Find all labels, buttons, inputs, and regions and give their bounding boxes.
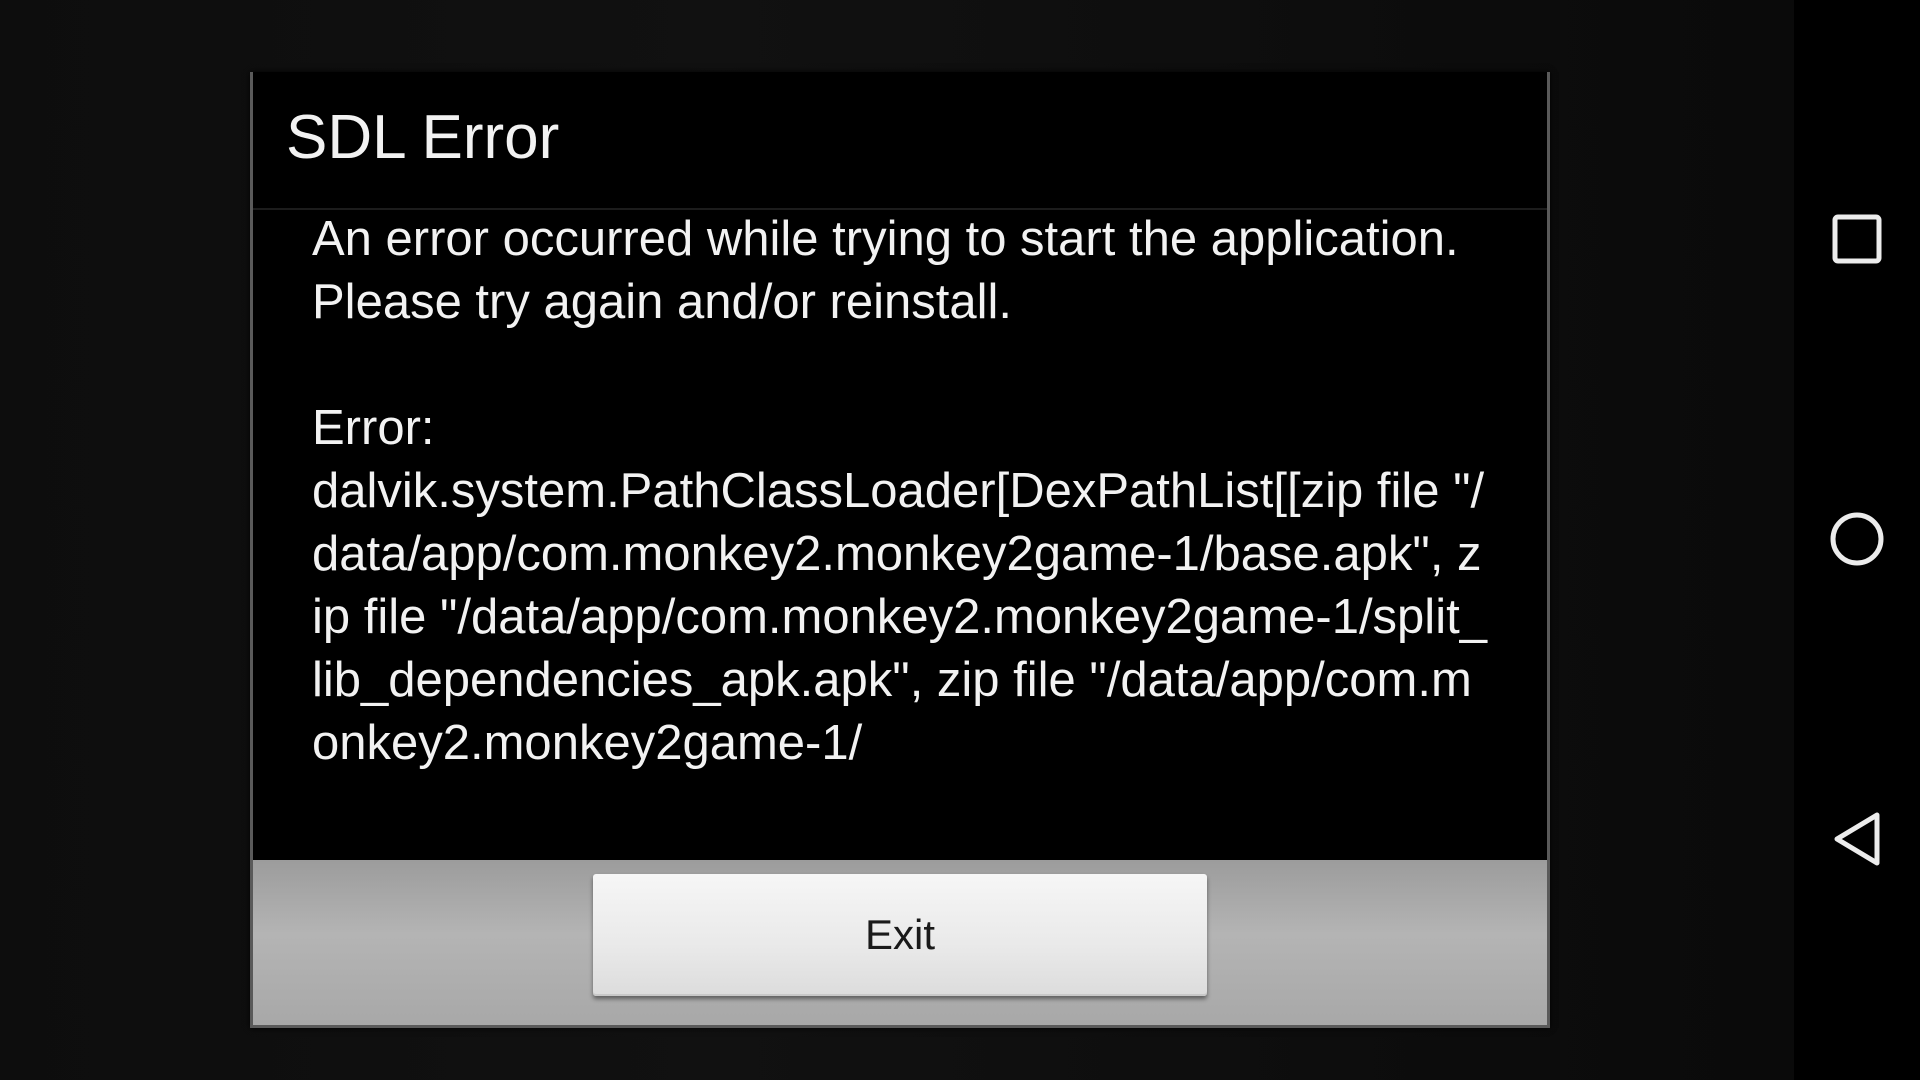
sdl-error-dialog: SDL Error An error occurred while trying…	[250, 72, 1550, 1028]
error-message: An error occurred while trying to start …	[312, 212, 1487, 770]
circle-icon	[1830, 512, 1884, 566]
triangle-back-icon	[1834, 812, 1880, 866]
dialog-message-area[interactable]: An error occurred while trying to start …	[253, 212, 1547, 892]
home-button[interactable]	[1818, 500, 1896, 578]
app-screen: SDL Error An error occurred while trying…	[0, 0, 1794, 1080]
back-button[interactable]	[1818, 800, 1896, 878]
recents-button[interactable]	[1818, 200, 1896, 278]
dialog-title: SDL Error	[253, 72, 1547, 210]
android-navigation-bar	[1794, 0, 1920, 1080]
dialog-button-bar: Exit	[253, 860, 1547, 1025]
message-scroll-view[interactable]: An error occurred while trying to start …	[253, 212, 1547, 890]
exit-button[interactable]: Exit	[593, 874, 1207, 996]
square-icon	[1832, 214, 1882, 264]
